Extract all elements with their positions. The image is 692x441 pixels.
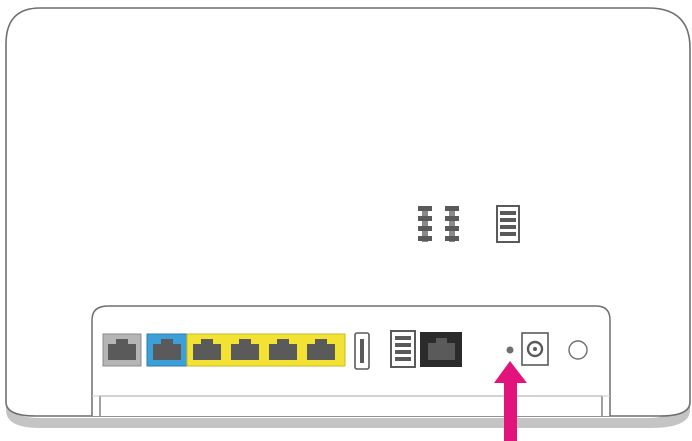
power-button[interactable] — [568, 340, 588, 360]
router-diagram — [0, 0, 692, 441]
telephone-port[interactable] — [420, 332, 462, 367]
router-illustration — [5, 7, 691, 441]
dsl-port[interactable] — [102, 333, 142, 367]
led-list-icon — [496, 205, 520, 243]
lan-ports — [186, 333, 346, 367]
wan-port[interactable] — [146, 333, 188, 367]
phone-port[interactable] — [390, 330, 416, 368]
reset-button[interactable] — [506, 346, 514, 354]
usb-port[interactable] — [354, 332, 370, 370]
power-socket[interactable] — [521, 332, 549, 366]
